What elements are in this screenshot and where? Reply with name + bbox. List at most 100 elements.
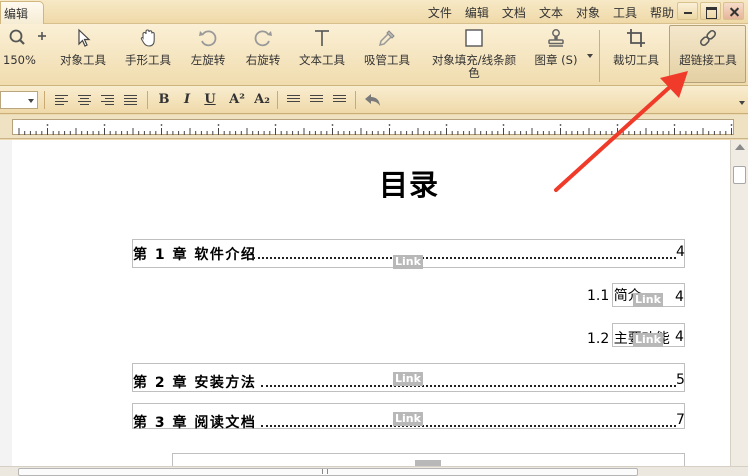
link-badge: Link xyxy=(633,293,663,307)
hand-icon xyxy=(140,29,155,47)
ruler-dot xyxy=(388,124,391,126)
cursor-arrow-icon xyxy=(78,28,91,47)
link-badge: Link xyxy=(393,412,423,426)
toc-leader-dots xyxy=(253,257,676,259)
undo-arrow-icon xyxy=(365,94,380,106)
zoom-in-icon xyxy=(9,29,46,45)
scroll-up-arrow-icon[interactable] xyxy=(735,144,745,150)
align-center-icon xyxy=(77,95,91,105)
list-style-2-button[interactable] xyxy=(307,92,325,108)
link-badge: Link xyxy=(393,372,423,386)
menu-file[interactable]: 文件 xyxy=(428,4,452,21)
subscript-button[interactable]: A₂ xyxy=(251,92,273,108)
superscript-button[interactable]: A² xyxy=(226,92,248,108)
zoom-control[interactable]: 150% xyxy=(2,28,48,67)
toc-leader-dots xyxy=(261,425,676,427)
ruler-dot xyxy=(445,124,448,126)
horizontal-scroll-thumb[interactable] xyxy=(18,468,638,476)
page-title: 目录 xyxy=(378,168,439,202)
menu-bar: 文件 编辑 文档 文本 对象 工具 帮助 xyxy=(415,4,674,21)
hand-tool-button[interactable]: 手形工具 xyxy=(121,28,175,67)
toc-page-number: 4 xyxy=(675,289,684,305)
menu-edit[interactable]: 编辑 xyxy=(465,4,489,21)
menu-text[interactable]: 文本 xyxy=(539,4,563,21)
ruler-dot xyxy=(274,124,277,126)
link-badge: Link xyxy=(393,255,423,269)
toc-entry-text: 第 3 章 阅读文档 xyxy=(133,415,257,431)
hyperlink-tool-label-group[interactable]: 超链接工具 xyxy=(671,28,745,67)
rotate-right-icon xyxy=(254,30,272,47)
vertical-scrollbar[interactable] xyxy=(730,140,748,466)
format-toolbar-overflow-arrow[interactable] xyxy=(739,101,745,105)
font-size-select[interactable] xyxy=(0,91,38,109)
document-page[interactable]: 目录 第 1 章 软件介绍 4 Link 1.1 简介 4 Link 1.2 主… xyxy=(12,140,730,473)
align-right-button[interactable] xyxy=(98,92,116,108)
text-tool-button[interactable]: 文本工具 xyxy=(295,28,349,67)
ribbon-toolbar: 150% 对象工具 手形工具 左旋转 右旋转 文本工具 吸管工具 对象填充/线条… xyxy=(0,24,748,86)
toc-page-number: 4 xyxy=(676,244,685,260)
ruler-dot xyxy=(217,124,220,126)
ruler-ticks xyxy=(18,124,733,135)
stamp-icon xyxy=(548,29,564,47)
ruler-dot xyxy=(502,124,505,126)
rotate-left-icon xyxy=(199,30,217,47)
crop-tool-button[interactable]: 裁切工具 xyxy=(608,28,664,67)
menu-help[interactable]: 帮助 xyxy=(650,4,674,21)
minimize-button[interactable] xyxy=(677,2,698,20)
ruler-dot xyxy=(103,124,106,126)
undo-button[interactable] xyxy=(362,92,384,108)
maximize-button[interactable] xyxy=(700,2,721,20)
menu-document[interactable]: 文档 xyxy=(502,4,526,21)
menu-tools[interactable]: 工具 xyxy=(613,4,637,21)
rotate-right-button[interactable]: 右旋转 xyxy=(241,28,285,67)
underline-button[interactable]: U xyxy=(201,92,219,108)
justify-button[interactable] xyxy=(121,92,139,108)
toc-entry-text: 第 1 章 软件介绍 xyxy=(133,247,257,263)
stamp-tool-button[interactable]: 图章 (S) xyxy=(532,28,580,67)
vertical-scroll-thumb[interactable] xyxy=(733,166,746,184)
close-button[interactable] xyxy=(723,2,744,20)
ruler-dot xyxy=(559,124,562,126)
italic-button[interactable]: I xyxy=(178,92,196,108)
tab-edit[interactable]: 编辑 xyxy=(0,1,44,24)
ribbon-separator xyxy=(599,30,600,82)
rotate-left-button[interactable]: 左旋转 xyxy=(186,28,230,67)
list-style-3-button[interactable] xyxy=(330,92,348,108)
toc-page-number: 7 xyxy=(676,412,685,428)
toc-leader-dots xyxy=(261,385,676,387)
window-controls xyxy=(677,2,744,20)
list-icon xyxy=(286,95,300,102)
zoom-level: 150% xyxy=(3,53,36,67)
scroll-grip-icon xyxy=(322,469,328,474)
toc-page-number: 5 xyxy=(676,372,685,388)
toc-entry-text: 第 2 章 安装方法 xyxy=(133,375,257,391)
crop-icon xyxy=(627,29,645,47)
horizontal-scrollbar[interactable] xyxy=(0,466,748,476)
eyedropper-tool-button[interactable]: 吸管工具 xyxy=(360,28,414,67)
toc-page-number: 4 xyxy=(675,329,684,345)
list-style-1-button[interactable] xyxy=(284,92,302,108)
eyedropper-icon xyxy=(378,30,395,47)
title-bar: 编辑 文件 编辑 文档 文本 对象 工具 帮助 xyxy=(0,0,748,24)
fill-color-button[interactable]: 对象填充/线条颜 色 xyxy=(428,28,520,80)
align-left-icon xyxy=(54,95,68,105)
stamp-dropdown-arrow[interactable] xyxy=(587,54,593,58)
fill-color-icon xyxy=(465,29,483,47)
list-icon xyxy=(332,95,346,102)
ruler-dot xyxy=(673,124,676,126)
menu-object[interactable]: 对象 xyxy=(576,4,600,21)
text-tool-icon xyxy=(315,30,329,46)
document-canvas[interactable]: 目录 第 1 章 软件介绍 4 Link 1.1 简介 4 Link 1.2 主… xyxy=(0,140,730,473)
format-separator xyxy=(277,91,278,109)
list-icon xyxy=(309,95,323,102)
format-toolbar: B I U A² A₂ xyxy=(0,86,748,114)
object-tool-button[interactable]: 对象工具 xyxy=(56,28,110,67)
align-left-button[interactable] xyxy=(52,92,70,108)
align-center-button[interactable] xyxy=(75,92,93,108)
format-separator xyxy=(355,91,356,109)
link-badge: Link xyxy=(633,333,663,347)
align-right-icon xyxy=(100,95,114,105)
ruler-dot xyxy=(331,124,334,126)
ruler-dot xyxy=(730,124,733,126)
bold-button[interactable]: B xyxy=(155,92,173,108)
